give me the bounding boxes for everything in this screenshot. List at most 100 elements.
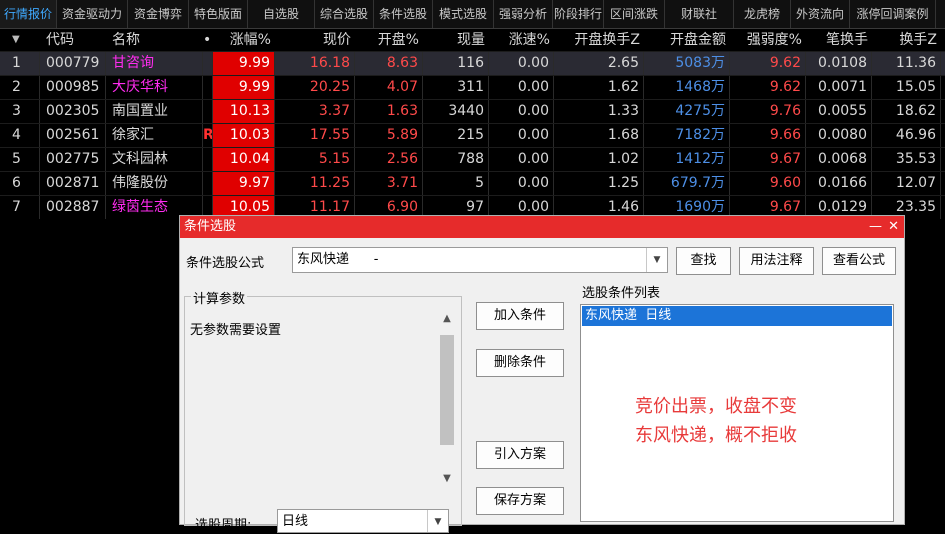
col-open-amount[interactable]: 开盘金额 (644, 29, 730, 51)
cell-name: 文科园林 (106, 148, 203, 171)
table-row[interactable]: 1 000779 甘咨询 9.99 16.18 8.63 116 0.00 2.65 5083万 9… (0, 51, 945, 75)
cell-strength: 9.76 (730, 100, 806, 123)
tab-11[interactable]: 区间涨跌 (604, 0, 665, 28)
tab-12[interactable]: 财联社 (665, 0, 734, 28)
col-open-pct[interactable]: 开盘% (355, 29, 423, 51)
period-select[interactable]: 日线 ▼ (277, 509, 449, 533)
tab-6[interactable]: 综合选股 (315, 0, 374, 28)
cell-strength: 9.62 (730, 52, 806, 75)
save-plan-button[interactable]: 保存方案 (476, 487, 564, 515)
formula-select[interactable]: 东风快递 - ▼ (292, 247, 668, 273)
tab-label: 行情报价 (3, 7, 52, 21)
cell-idx: 6 (0, 172, 40, 195)
table-body: 1 000779 甘咨询 9.99 16.18 8.63 116 0.00 2.65 5083万 9… (0, 51, 945, 219)
condition-select-dialog: 条件选股 — ✕ 条件选股公式 东风快递 - ▼ 查找 用法注释 查看公式 计算… (179, 215, 905, 533)
scroll-thumb[interactable] (440, 335, 454, 445)
sort-icon[interactable]: ▼ (0, 29, 40, 51)
tab-1[interactable]: 行情报价 (0, 0, 57, 28)
tab-label: 自选股 (262, 7, 299, 21)
params-group-caption: 计算参数 (191, 288, 248, 307)
tab-8[interactable]: 模式选股 (433, 0, 494, 28)
scroll-down-icon[interactable]: ▼ (438, 473, 456, 484)
cell-pct: 10.13 (213, 100, 275, 123)
cell-open_amt: 5083万 (644, 52, 730, 75)
delete-condition-button[interactable]: 删除条件 (476, 349, 564, 377)
col-code[interactable]: 代码 (40, 29, 106, 51)
tab-label: 强弱分析 (498, 7, 547, 21)
chevron-down-icon[interactable]: ▼ (427, 510, 448, 532)
col-pct[interactable]: 涨幅% (213, 29, 275, 51)
table-row[interactable]: 6 002871 伟隆股份 9.97 11.25 3.71 5 0.00 1.25 679.7万 9… (0, 171, 945, 195)
col-speed[interactable]: 涨速% (489, 29, 554, 51)
col-name[interactable]: 名称 (106, 29, 203, 51)
condition-list-item[interactable]: 东风快递 日线 (582, 306, 892, 326)
condition-list[interactable]: 东风快递 日线 竞价出票，收盘不变 东风快递，概不拒收 (580, 304, 894, 522)
col-volume[interactable]: 现量 (423, 29, 489, 51)
close-icon[interactable]: ✕ (888, 216, 899, 238)
cell-open_pct: 1.63 (355, 100, 423, 123)
view-formula-button[interactable]: 查看公式 (822, 247, 896, 275)
cell-idx: 5 (0, 148, 40, 171)
usage-notes-button[interactable]: 用法注释 (739, 247, 814, 275)
tab-label: 综合选股 (319, 7, 368, 21)
add-condition-button[interactable]: 加入条件 (476, 302, 564, 330)
tab-3[interactable]: 资金博弈 (128, 0, 189, 28)
col-turnover[interactable]: 换手Z (872, 29, 941, 51)
cell-vol: 215 (423, 124, 489, 147)
table-row[interactable]: 3 002305 南国置业 10.13 3.37 1.63 3440 0.00 1.33 4275… (0, 99, 945, 123)
tab-10[interactable]: 阶段排行 (553, 0, 604, 28)
find-button[interactable]: 查找 (676, 247, 731, 275)
cell-vol: 788 (423, 148, 489, 171)
tab-2[interactable]: 资金驱动力 (57, 0, 128, 28)
table-row[interactable]: 5 002775 文科园林 10.04 5.15 2.56 788 0.00 1.02 1412万… (0, 147, 945, 171)
chevron-down-icon[interactable]: ▼ (646, 248, 667, 272)
cell-idx: 2 (0, 76, 40, 99)
cell-open_pct: 3.71 (355, 172, 423, 195)
tab-15[interactable]: 涨停回调案例 (850, 0, 936, 28)
cell-speed: 0.00 (489, 124, 554, 147)
cell-per_turn: 0.0108 (806, 52, 872, 75)
dialog-title: 条件选股 (184, 219, 237, 234)
params-scrollbar[interactable]: ▲ ▼ (438, 313, 456, 491)
cell-name: 大庆华科 (106, 76, 203, 99)
cell-strength: 9.67 (730, 148, 806, 171)
cell-strength: 9.62 (730, 76, 806, 99)
tab-14[interactable]: 外资流向 (791, 0, 850, 28)
col-price[interactable]: 现价 (275, 29, 355, 51)
cell-vol: 116 (423, 52, 489, 75)
cell-speed: 0.00 (489, 100, 554, 123)
minimize-icon[interactable]: — (869, 216, 882, 238)
cell-strength: 9.60 (730, 172, 806, 195)
cell-code: 002871 (40, 172, 106, 195)
tab-13[interactable]: 龙虎榜 (734, 0, 791, 28)
cell-code: 000985 (40, 76, 106, 99)
note-line-1: 竞价出票，收盘不变 (635, 396, 797, 417)
cell-turn: 15.05 (872, 76, 941, 99)
cell-price: 3.37 (275, 100, 355, 123)
cell-open_pct: 4.07 (355, 76, 423, 99)
cell-mark (203, 76, 213, 99)
tab-7[interactable]: 条件选股 (374, 0, 433, 28)
top-tab-bar: 行情报价 资金驱动力 资金博弈 特色版面 自选股 综合选股 条件选股 模式选股 强弱分析 阶段排行… (0, 0, 945, 29)
params-text: 无参数需要设置 (190, 323, 282, 338)
scroll-up-icon[interactable]: ▲ (438, 313, 456, 324)
cell-price: 16.18 (275, 52, 355, 75)
tab-label: 外资流向 (795, 7, 844, 21)
cell-open_amt: 1412万 (644, 148, 730, 171)
cell-open_pct: 5.89 (355, 124, 423, 147)
col-dot[interactable]: • (203, 29, 213, 51)
import-plan-button[interactable]: 引入方案 (476, 441, 564, 469)
cell-pct: 9.99 (213, 76, 275, 99)
cell-per_turn: 0.0068 (806, 148, 872, 171)
col-per-turnover[interactable]: 笔换手 (806, 29, 872, 51)
col-strength[interactable]: 强弱度% (730, 29, 806, 51)
col-open-turnover[interactable]: 开盘换手Z (554, 29, 644, 51)
cell-open_turn: 1.68 (554, 124, 644, 147)
tab-4[interactable]: 特色版面 (189, 0, 248, 28)
tab-9[interactable]: 强弱分析 (494, 0, 553, 28)
tab-5[interactable]: 自选股 (248, 0, 315, 28)
cell-code: 002775 (40, 148, 106, 171)
table-row[interactable]: 4 002561 徐家汇 R 10.03 17.55 5.89 215 0.00 1.68 7182… (0, 123, 945, 147)
tab-label: 财联社 (680, 7, 717, 21)
table-row[interactable]: 2 000985 大庆华科 9.99 20.25 4.07 311 0.00 1.62 1468万… (0, 75, 945, 99)
